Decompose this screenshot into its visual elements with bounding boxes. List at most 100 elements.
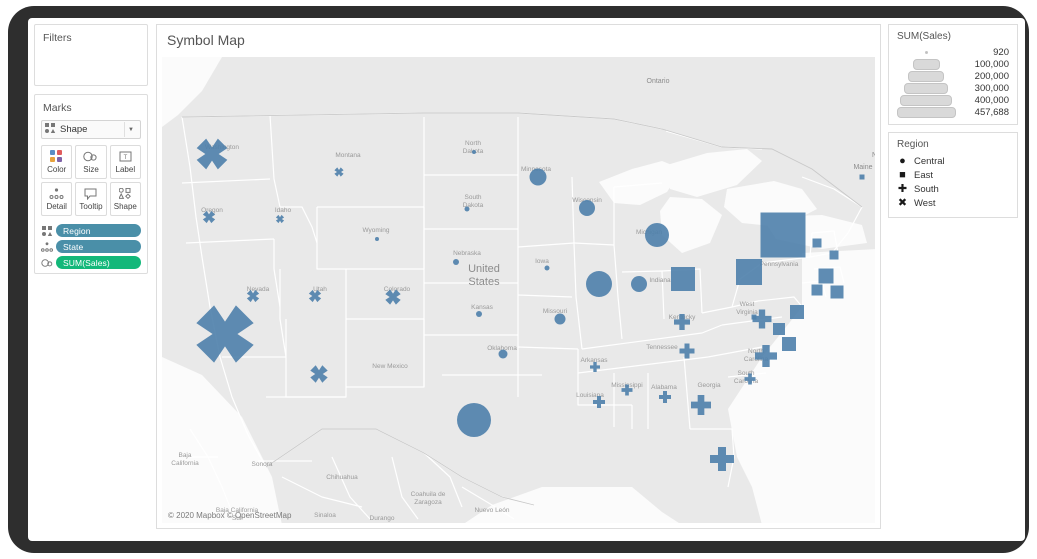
tooltip-button[interactable]: Tooltip — [75, 182, 107, 216]
map-state-label: Indiana — [649, 277, 671, 284]
size-legend-title: SUM(Sales) — [897, 31, 951, 42]
size-legend-value: 457,688 — [974, 106, 1009, 118]
map-marker-circle[interactable] — [457, 403, 491, 437]
map-marker-square[interactable] — [671, 267, 695, 291]
shape-legend-rows: ● Central ■ East ✚ South ✖ West — [889, 154, 1017, 217]
chevron-down-icon[interactable]: ▼ — [124, 122, 137, 137]
label-button[interactable]: T Label — [109, 145, 141, 179]
pill-row-region: Region — [41, 224, 141, 237]
detail-icon — [49, 187, 64, 200]
map-state-label: Missouri — [543, 308, 567, 315]
size-legend-value: 920 — [993, 46, 1009, 58]
size-pill-icon — [41, 257, 53, 268]
size-legend-row: 457,688 — [895, 106, 1011, 118]
map-marker-circle[interactable] — [554, 313, 566, 325]
size-swatch — [900, 94, 952, 106]
map-marker-square[interactable] — [859, 174, 865, 180]
size-legend: SUM(Sales) 920 100,000 200,000 300,000 400,0… — [888, 24, 1018, 125]
size-legend-row: 400,000 — [895, 94, 1011, 106]
map-marker-square[interactable] — [760, 212, 806, 258]
map-state-label: Idaho — [275, 207, 292, 214]
map-state-label: New Mexico — [372, 363, 408, 370]
map-marker-square[interactable] — [829, 250, 839, 260]
map-marker-square[interactable] — [736, 259, 762, 285]
map-marker-circle[interactable] — [529, 168, 547, 186]
size-legend-value: 100,000 — [974, 58, 1009, 70]
map-country-label: States — [468, 276, 500, 288]
map-marker-square[interactable] — [773, 323, 785, 335]
map-state-label: South — [738, 370, 755, 377]
map-marker-circle[interactable] — [586, 271, 612, 297]
size-legend-value: 200,000 — [974, 70, 1009, 82]
pill-sum-sales[interactable]: SUM(Sales) — [56, 256, 141, 269]
map-marker-circle[interactable] — [544, 265, 550, 271]
map-marker-circle[interactable] — [375, 237, 379, 241]
size-legend-row: 300,000 — [895, 82, 1011, 94]
size-button[interactable]: Size — [75, 145, 107, 179]
size-swatch-wrap — [895, 106, 957, 118]
shape-legend-label: West — [914, 197, 936, 209]
map-canvas[interactable]: UnitedStatesOntarioMaineNew Bruns...Wash… — [162, 57, 875, 523]
map-marker-circle[interactable] — [631, 276, 647, 292]
shape-pill-icon — [41, 225, 53, 236]
map-marker-square[interactable] — [782, 337, 796, 351]
map-marker-square[interactable] — [811, 284, 823, 296]
map-marker-square[interactable] — [818, 268, 834, 284]
filters-title: Filters — [43, 32, 72, 44]
map-marker-circle[interactable] — [579, 200, 595, 216]
color-icon — [50, 150, 63, 163]
device-bezel: Filters Marks Shape ▼ Color Size T Label… — [8, 6, 1029, 553]
size-swatch-wrap — [895, 50, 957, 54]
shape-legend-row-plus[interactable]: ✚ South — [897, 182, 1009, 196]
map-country-label: Maine — [853, 164, 872, 171]
map-marker-square[interactable] — [790, 305, 804, 319]
map-state-label: North — [465, 140, 481, 147]
detail-button[interactable]: Detail — [41, 182, 73, 216]
pill-region[interactable]: Region — [56, 224, 141, 237]
map-marker-circle[interactable] — [453, 259, 459, 265]
shape-legend-title: Region — [897, 139, 929, 150]
marks-buttons: Color Size T Label Detail Tooltip Shape — [41, 145, 141, 216]
size-legend-rows: 920 100,000 200,000 300,000 400,000 457,688 — [889, 46, 1017, 124]
map-state-label: Baja — [178, 452, 191, 459]
pill-row-sum-sales: SUM(Sales) — [41, 256, 141, 269]
size-legend-row: 200,000 — [895, 70, 1011, 82]
map-marker-circle[interactable] — [464, 206, 470, 212]
color-button-label: Color — [47, 165, 67, 174]
map-marker-circle[interactable] — [645, 223, 669, 247]
mark-type-value: Shape — [60, 124, 88, 135]
map-state-label: Zaragoza — [414, 499, 442, 506]
filters-card: Filters — [34, 24, 148, 86]
shape-legend-row-circle[interactable]: ● Central — [897, 154, 1009, 168]
map-marker-circle[interactable] — [472, 150, 476, 154]
map-marker-circle[interactable] — [498, 349, 508, 359]
map-state-label: Pennsylvania — [760, 261, 799, 268]
map-state-label: Coahuila de — [411, 491, 446, 498]
map-marker-square[interactable] — [830, 285, 844, 299]
svg-text:T: T — [123, 155, 127, 161]
tooltip-button-label: Tooltip — [79, 202, 103, 211]
map-state-label: Utah — [313, 286, 327, 293]
shape-legend-row-square[interactable]: ■ East — [897, 168, 1009, 182]
detail-button-label: Detail — [46, 202, 67, 211]
map-graphic[interactable]: UnitedStatesOntarioMaineNew Bruns...Wash… — [162, 57, 875, 523]
label-button-label: Label — [115, 165, 136, 174]
map-marker-square[interactable] — [812, 238, 822, 248]
mark-type-dropdown[interactable]: Shape ▼ — [41, 120, 141, 139]
map-state-label: Nebraska — [453, 250, 481, 257]
plus-glyph-icon: ✚ — [897, 182, 908, 195]
map-state-label: Sinaloa — [314, 512, 336, 519]
pill-state[interactable]: State — [56, 240, 141, 253]
map-state-label: Durango — [370, 515, 395, 522]
map-state-label: West — [740, 301, 755, 308]
color-button[interactable]: Color — [41, 145, 73, 179]
shape-legend-row-x[interactable]: ✖ West — [897, 196, 1009, 210]
map-marker-circle[interactable] — [476, 311, 482, 317]
map-state-label: Alabama — [651, 384, 677, 391]
size-icon — [83, 150, 98, 163]
map-state-label: Chihuahua — [326, 474, 358, 481]
size-swatch — [924, 50, 928, 54]
shape-button[interactable]: Shape — [109, 182, 141, 216]
size-legend-value: 400,000 — [974, 94, 1009, 106]
size-swatch-wrap — [895, 58, 957, 70]
